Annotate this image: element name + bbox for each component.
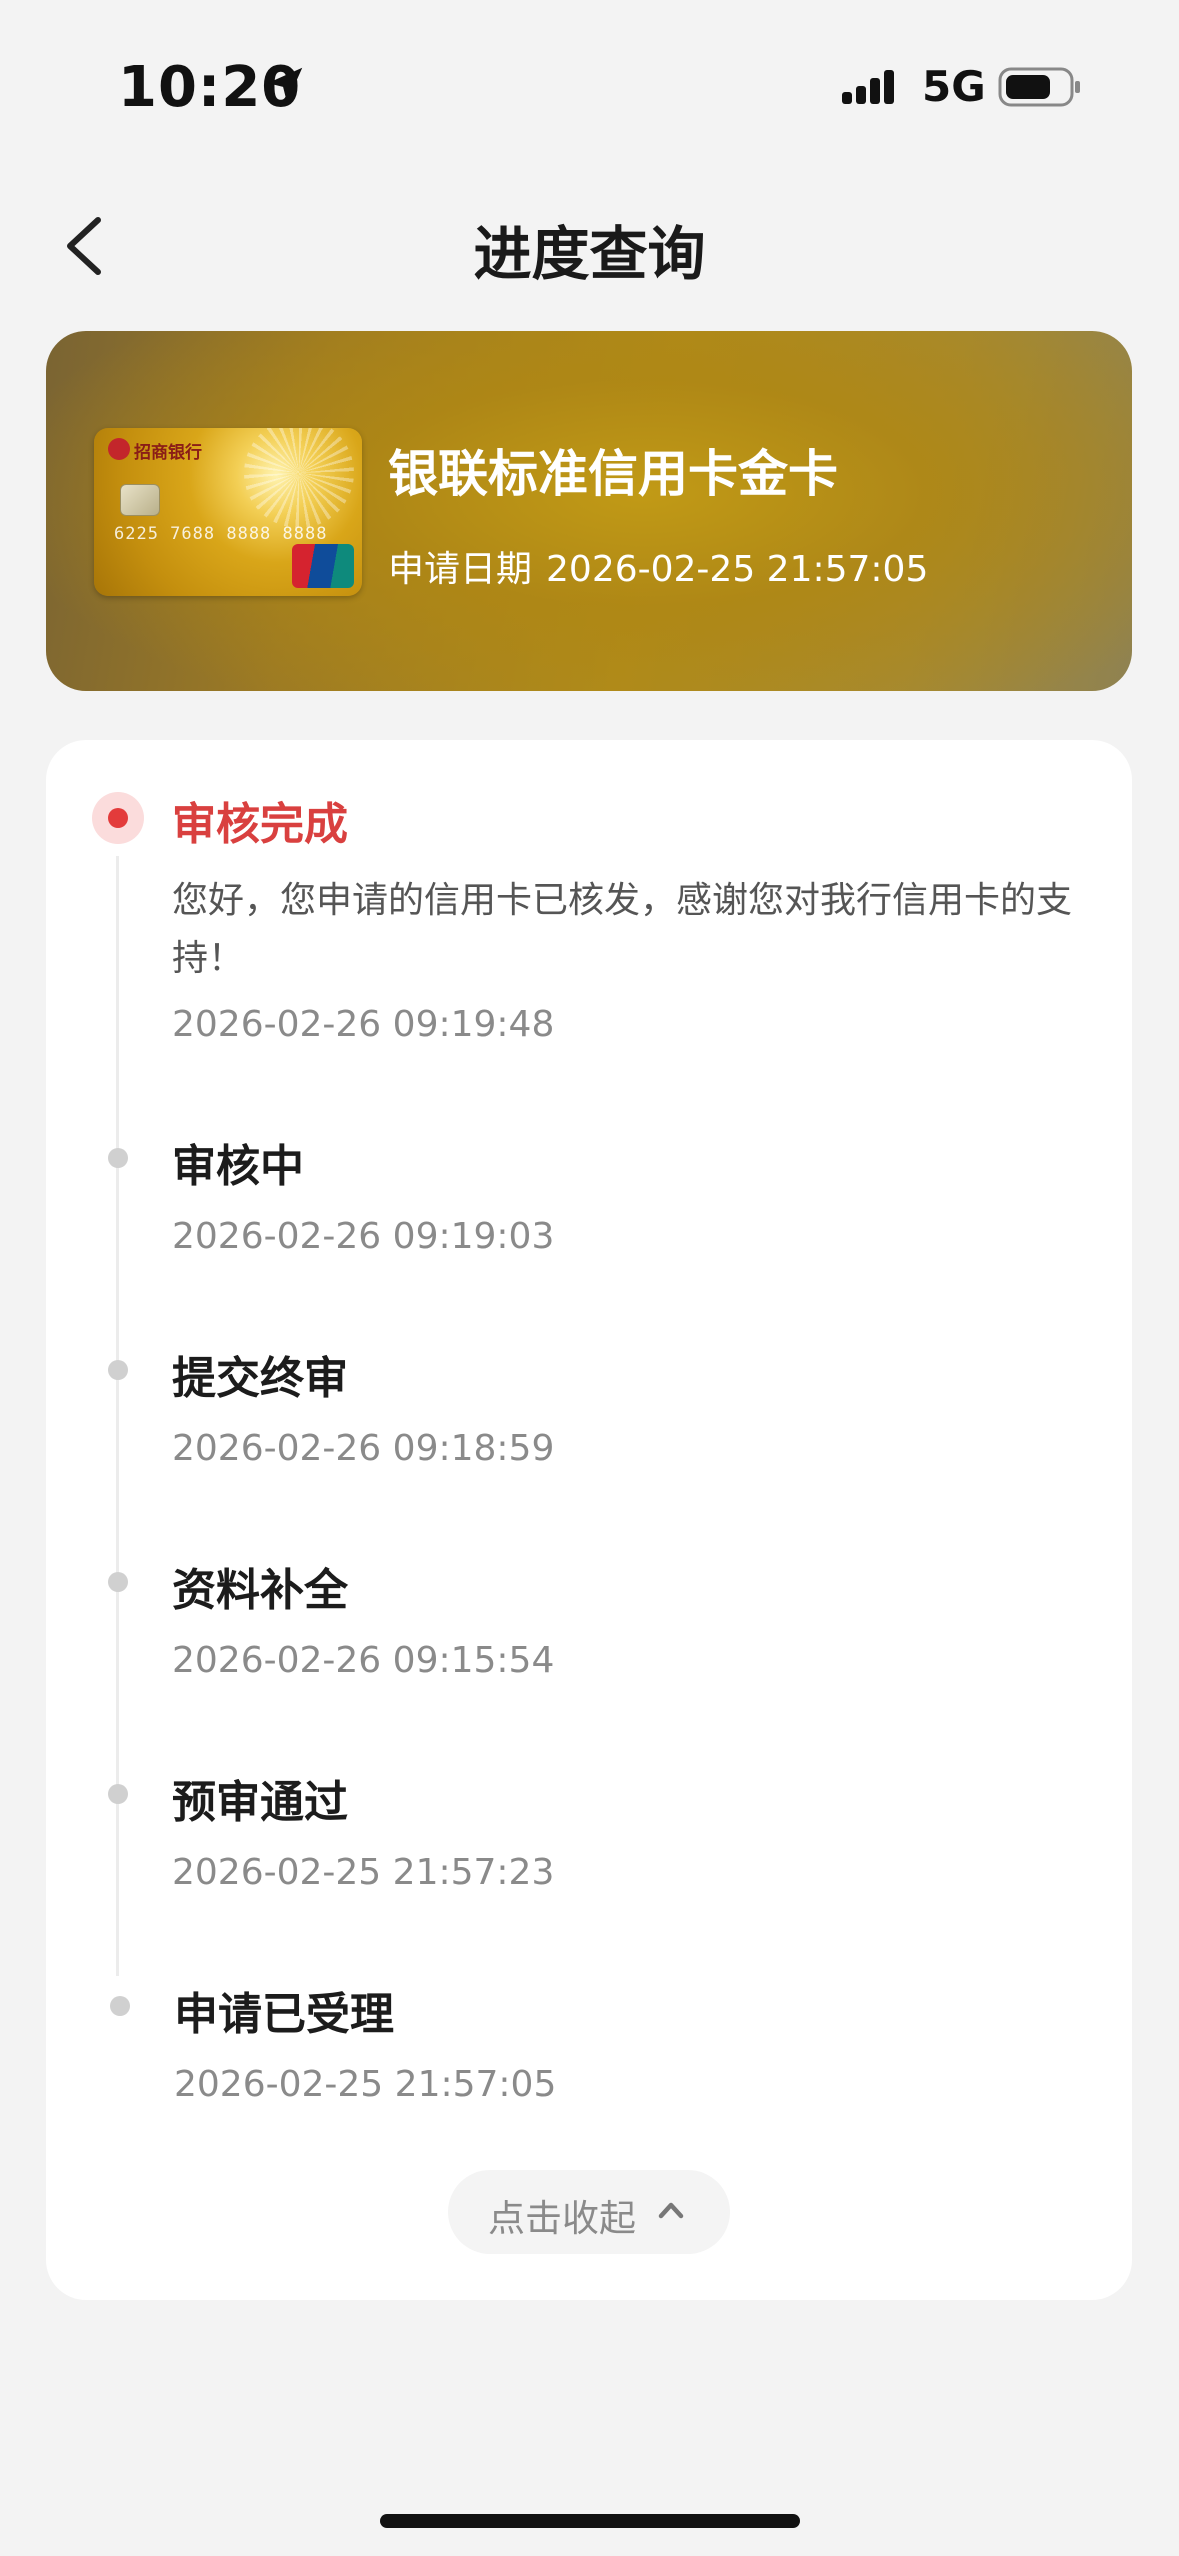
step-description: 您好，您申请的信用卡已核发，感谢您对我行信用卡的支持！ — [172, 880, 1073, 979]
home-indicator[interactable] — [380, 2514, 800, 2528]
apply-date-label: 申请日期 — [388, 549, 533, 590]
apply-date-value: 2026-02-25 21:57:05 — [546, 549, 929, 590]
timeline-dot — [108, 1572, 128, 1592]
timeline-dot — [110, 1996, 130, 2016]
card-sunburst-pattern — [244, 428, 354, 528]
step-title: 申请已受理 — [174, 1989, 394, 2040]
unionpay-logo-icon — [292, 544, 354, 588]
step-title: 审核中 — [172, 1141, 304, 1192]
location-arrow-icon — [267, 67, 303, 103]
card-name: 银联标准信用卡金卡 — [388, 445, 838, 503]
network-type: 5G — [922, 62, 986, 111]
status-bar: 10:20 5G — [0, 0, 1179, 170]
timeline-dot — [108, 1360, 128, 1380]
page-title: 进度查询 — [473, 220, 706, 288]
timeline-dot — [108, 1784, 128, 1804]
collapse-button[interactable]: 点击收起 — [448, 2170, 730, 2254]
step-title: 审核完成 — [172, 799, 348, 850]
step-time: 2026-02-25 21:57:05 — [174, 2064, 557, 2105]
timeline-dot-active — [92, 792, 144, 844]
bank-logo-icon — [108, 438, 130, 460]
chevron-up-icon — [658, 2202, 684, 2219]
timeline-dot — [108, 1148, 128, 1168]
card-number: 6225 7688 8888 8888 — [114, 524, 328, 544]
card-bank-text: 招商银行 — [134, 443, 202, 463]
step-time: 2026-02-25 21:57:23 — [172, 1852, 555, 1893]
card-thumbnail: 招商银行 6225 7688 8888 8888 — [94, 428, 362, 596]
card-chip-icon — [120, 484, 160, 516]
battery-icon — [998, 67, 1080, 107]
step-time: 2026-02-26 09:19:03 — [172, 1216, 555, 1257]
step-title: 资料补全 — [172, 1565, 348, 1616]
collapse-label: 点击收起 — [488, 2197, 636, 2240]
timeline-line — [116, 856, 119, 1976]
signal-icon — [842, 70, 894, 104]
apply-date: 申请日期 2026-02-25 21:57:05 — [388, 540, 928, 592]
step-title: 提交终审 — [172, 1353, 348, 1404]
step-time: 2026-02-26 09:15:54 — [172, 1640, 555, 1681]
step-time: 2026-02-26 09:19:48 — [172, 1004, 555, 1045]
step-time: 2026-02-26 09:18:59 — [172, 1428, 555, 1469]
step-title: 预审通过 — [172, 1777, 348, 1828]
